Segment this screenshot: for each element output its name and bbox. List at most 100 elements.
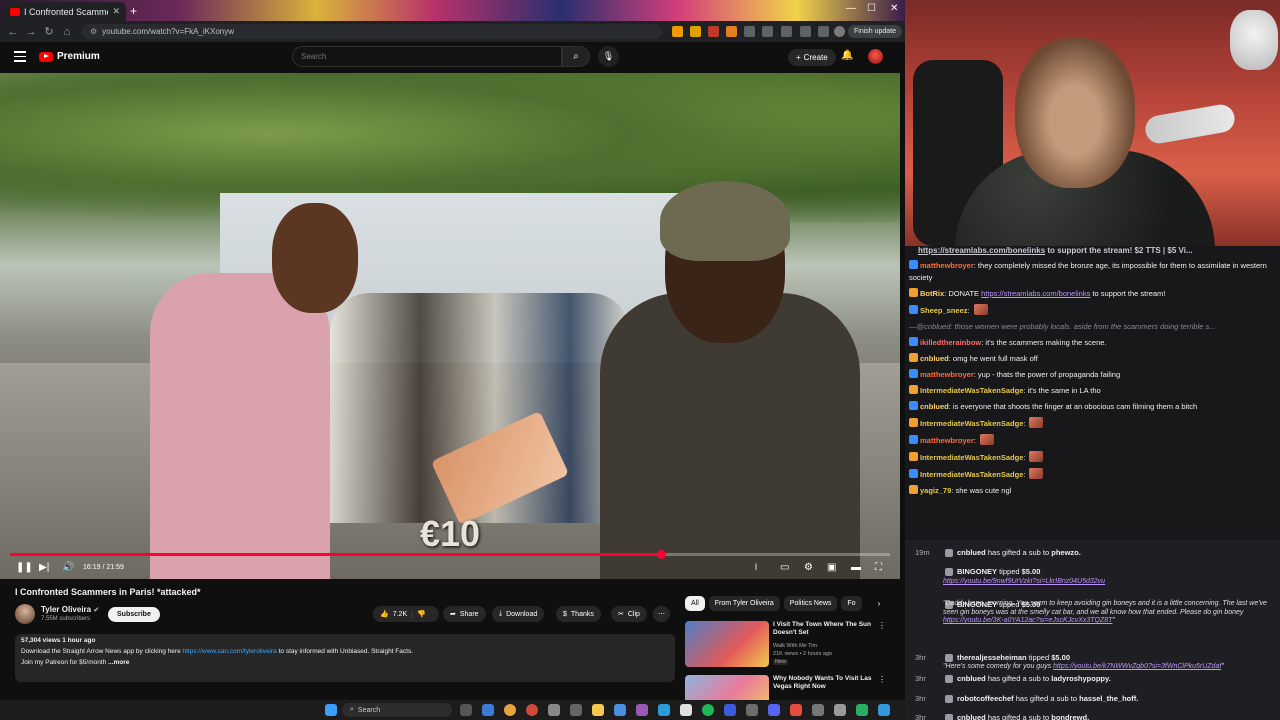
more-vertical-icon[interactable]: ⋮ bbox=[878, 621, 886, 630]
forward-icon[interactable]: → bbox=[22, 26, 40, 38]
chat-username[interactable]: yagiz_79 bbox=[920, 486, 951, 495]
profile-avatar[interactable] bbox=[834, 26, 845, 37]
thumbs-up-icon[interactable]: 👍 bbox=[380, 610, 389, 618]
extension-icon[interactable] bbox=[800, 26, 811, 37]
share-button[interactable]: ➦ Share bbox=[443, 606, 486, 622]
extension-icon[interactable] bbox=[781, 26, 792, 37]
extension-icon[interactable] bbox=[744, 26, 755, 37]
chat-username[interactable]: matthewbroyer bbox=[920, 261, 974, 270]
video-progress-bar[interactable] bbox=[10, 550, 890, 559]
chat-username[interactable]: BotRix bbox=[920, 289, 944, 298]
autoplay-toggle[interactable]: ⏽ bbox=[752, 562, 760, 573]
more-vertical-icon[interactable]: ⋮ bbox=[878, 675, 886, 684]
taskbar-app-icon[interactable] bbox=[548, 704, 560, 716]
video-player[interactable]: €10 ❚❚ ▶| 🔊 16:19 / 21:59 ⏽ ▭ ⚙ ▣ ▬ ⛶ bbox=[0, 73, 900, 579]
alert-username[interactable]: BINGONEY bbox=[957, 567, 997, 576]
maximize-icon[interactable]: ☐ bbox=[867, 3, 876, 14]
chat-username[interactable]: matthewbroyer bbox=[920, 370, 974, 379]
video-thumbnail[interactable] bbox=[685, 675, 769, 700]
file-explorer-icon[interactable] bbox=[592, 704, 604, 716]
chip-more[interactable]: Fo bbox=[841, 596, 862, 611]
alert-message-link[interactable]: https://youtu.be/k7NWWvZgb0?si=3fWnClPku… bbox=[1053, 663, 1221, 670]
alert-username[interactable]: robotcoffeechef bbox=[957, 694, 1014, 703]
show-more-link[interactable]: ...more bbox=[108, 659, 129, 666]
finish-update-button[interactable]: Finish update bbox=[848, 25, 903, 38]
alert-username[interactable]: cnblued bbox=[957, 713, 986, 720]
taskbar-app-icon[interactable] bbox=[526, 704, 538, 716]
taskbar-app-icon[interactable] bbox=[878, 704, 890, 716]
recommended-video[interactable]: I Visit The Town Where The Sun Doesn't S… bbox=[685, 621, 886, 671]
chat-username[interactable]: IntermediateWasTakenSadge bbox=[920, 470, 1023, 479]
recommended-title[interactable]: I Visit The Town Where The Sun Doesn't S… bbox=[773, 621, 879, 637]
voice-search-button[interactable]: 🎙 bbox=[598, 46, 619, 67]
extension-icon[interactable] bbox=[726, 26, 737, 37]
like-count[interactable]: 7.2K bbox=[393, 611, 407, 618]
spotify-icon[interactable] bbox=[702, 704, 714, 716]
video-thumbnail[interactable] bbox=[685, 621, 769, 667]
taskbar-search[interactable]: ⌕ Search bbox=[342, 703, 452, 717]
alert-username[interactable]: therealjesseheiman bbox=[957, 653, 1027, 662]
taskbar-app-icon[interactable] bbox=[636, 704, 648, 716]
settings-gear-icon[interactable]: ⚙ bbox=[804, 562, 813, 573]
chat-username[interactable]: matthewbroyer bbox=[920, 436, 974, 445]
youtube-logo[interactable]: Premium bbox=[39, 51, 100, 62]
theater-mode-icon[interactable]: ▬ bbox=[851, 562, 861, 573]
create-button[interactable]: + Create bbox=[788, 49, 836, 66]
chat-link[interactable]: https://streamlabs.com/bonelinks bbox=[981, 289, 1090, 298]
recommended-video[interactable]: Why Nobody Wants To Visit Las Vegas Righ… bbox=[685, 675, 886, 700]
next-video-icon[interactable]: ▶| bbox=[39, 562, 49, 573]
extension-icon[interactable] bbox=[672, 26, 683, 37]
chat-username[interactable]: Sheep_sneez bbox=[920, 306, 968, 315]
notifications-bell-icon[interactable]: 🔔 bbox=[841, 50, 853, 61]
taskbar-app-icon[interactable] bbox=[570, 704, 582, 716]
discord-icon[interactable] bbox=[768, 704, 780, 716]
menu-icon[interactable] bbox=[14, 51, 26, 65]
taskbar-app-icon[interactable] bbox=[834, 704, 846, 716]
taskbar-app-icon[interactable] bbox=[680, 704, 692, 716]
miniplayer-icon[interactable]: ▣ bbox=[827, 562, 836, 573]
task-view-icon[interactable] bbox=[460, 704, 472, 716]
url-field[interactable]: ⚙ youtube.com/watch?v=FkA_iKXonyw bbox=[82, 24, 662, 39]
chrome-icon[interactable] bbox=[504, 704, 516, 716]
back-icon[interactable]: ← bbox=[4, 26, 22, 38]
minimize-icon[interactable]: — bbox=[846, 3, 856, 14]
taskbar-app-icon[interactable] bbox=[812, 704, 824, 716]
chip-from-channel[interactable]: From Tyler Oliveira bbox=[708, 596, 780, 611]
chat-username[interactable]: IntermediateWasTakenSadge bbox=[920, 419, 1023, 428]
clip-button[interactable]: ✂ Clip bbox=[611, 606, 647, 622]
fullscreen-icon[interactable]: ⛶ bbox=[875, 562, 882, 573]
taskbar-app-icon[interactable] bbox=[614, 704, 626, 716]
download-button[interactable]: ⤓ Download bbox=[492, 606, 545, 622]
alert-username[interactable]: cnblued bbox=[957, 674, 986, 683]
more-actions-button[interactable]: ⋯ bbox=[653, 606, 670, 622]
ticker-link[interactable]: https://streamlabs.com/bonelinks bbox=[918, 246, 1045, 255]
start-windows-icon[interactable] bbox=[325, 704, 337, 716]
volume-icon[interactable]: 🔊 bbox=[62, 562, 74, 573]
search-button[interactable]: ⌕ bbox=[562, 46, 590, 67]
close-window-icon[interactable]: ✕ bbox=[890, 3, 898, 14]
subscribe-button[interactable]: Subscribe bbox=[108, 607, 160, 622]
taskbar-app-icon[interactable] bbox=[724, 704, 736, 716]
channel-avatar[interactable] bbox=[15, 604, 35, 624]
extension-icon[interactable] bbox=[818, 26, 829, 37]
chat-username[interactable]: ikilledtherainbow bbox=[920, 338, 981, 347]
site-info-icon[interactable]: ⚙ bbox=[90, 27, 97, 36]
alert-message-link[interactable]: https://youtu.be/3K-a0YA12ac?si=eJscKJcv… bbox=[943, 617, 1112, 624]
home-icon[interactable]: ⌂ bbox=[58, 26, 76, 38]
chip-all[interactable]: All bbox=[685, 596, 705, 611]
taskbar-app-icon[interactable] bbox=[746, 704, 758, 716]
channel-name[interactable]: Tyler Oliveira ✔ bbox=[41, 605, 99, 614]
chat-username[interactable]: IntermediateWasTakenSadge bbox=[920, 386, 1023, 395]
close-tab-icon[interactable]: ✕ bbox=[112, 6, 120, 17]
new-tab-button[interactable]: + bbox=[130, 4, 137, 18]
taskbar-app-icon[interactable] bbox=[856, 704, 868, 716]
thanks-button[interactable]: $ Thanks bbox=[556, 606, 601, 622]
puzzle-icon[interactable] bbox=[762, 26, 773, 37]
chip-politics-news[interactable]: Politics News bbox=[783, 596, 838, 611]
search-input[interactable] bbox=[301, 52, 553, 61]
thumbs-down-icon[interactable]: 👎 bbox=[417, 610, 426, 618]
browser-tab-youtube[interactable]: I Confronted Scammers in P ✕ bbox=[4, 2, 126, 21]
captions-icon[interactable]: ▭ bbox=[780, 562, 789, 573]
taskbar-app-icon[interactable] bbox=[482, 704, 494, 716]
user-avatar[interactable] bbox=[868, 49, 883, 64]
